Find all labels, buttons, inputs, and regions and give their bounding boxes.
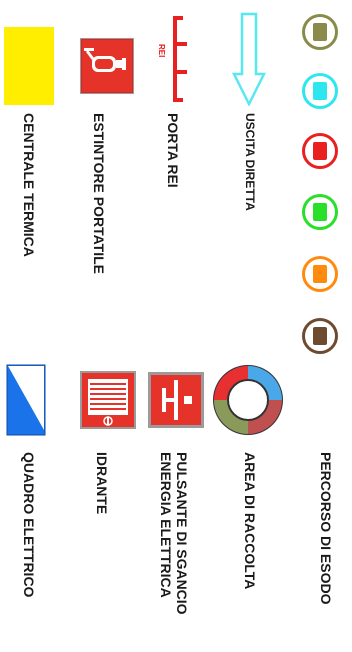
route-circle-cyan <box>302 73 338 109</box>
porta-rei-label: PORTA REI <box>165 113 181 188</box>
route-circle-olive <box>302 14 338 50</box>
idrante-label: IDRANTE <box>94 452 110 515</box>
route-circle-green <box>302 194 338 230</box>
pulsante-label-line1: PULSANTE DI SGANCIO <box>174 452 190 615</box>
fire-hydrant-icon <box>80 371 136 429</box>
exit-arrow-icon <box>231 12 267 107</box>
quadro-elettrico-label: QUADRO ELETTRICO <box>21 452 37 598</box>
fire-door-icon <box>160 16 190 102</box>
assembly-area-icon <box>212 364 284 436</box>
route-circle-brown <box>302 318 338 354</box>
uscita-diretta-label: USCITA DIRETTA <box>243 113 257 211</box>
centrale-termica-swatch <box>4 27 54 105</box>
fire-extinguisher-icon <box>79 37 135 95</box>
electrical-panel-icon <box>6 364 46 436</box>
route-circle-red <box>302 133 338 169</box>
porta-rei-mark: REI <box>157 44 166 58</box>
power-cutoff-button-icon <box>148 372 204 428</box>
route-circle-orange <box>302 256 338 292</box>
estintore-portatile-label: ESTINTORE PORTATILE <box>91 113 107 275</box>
centrale-termica-label: CENTRALE TERMICA <box>21 113 37 257</box>
area-di-raccolta-label: AREA DI RACCOLTA <box>242 452 258 590</box>
pulsante-label-line2: ENERGIA ELETTRICA <box>158 452 174 598</box>
percorso-di-esodo-label: PERCORSO DI ESODO <box>318 452 334 605</box>
